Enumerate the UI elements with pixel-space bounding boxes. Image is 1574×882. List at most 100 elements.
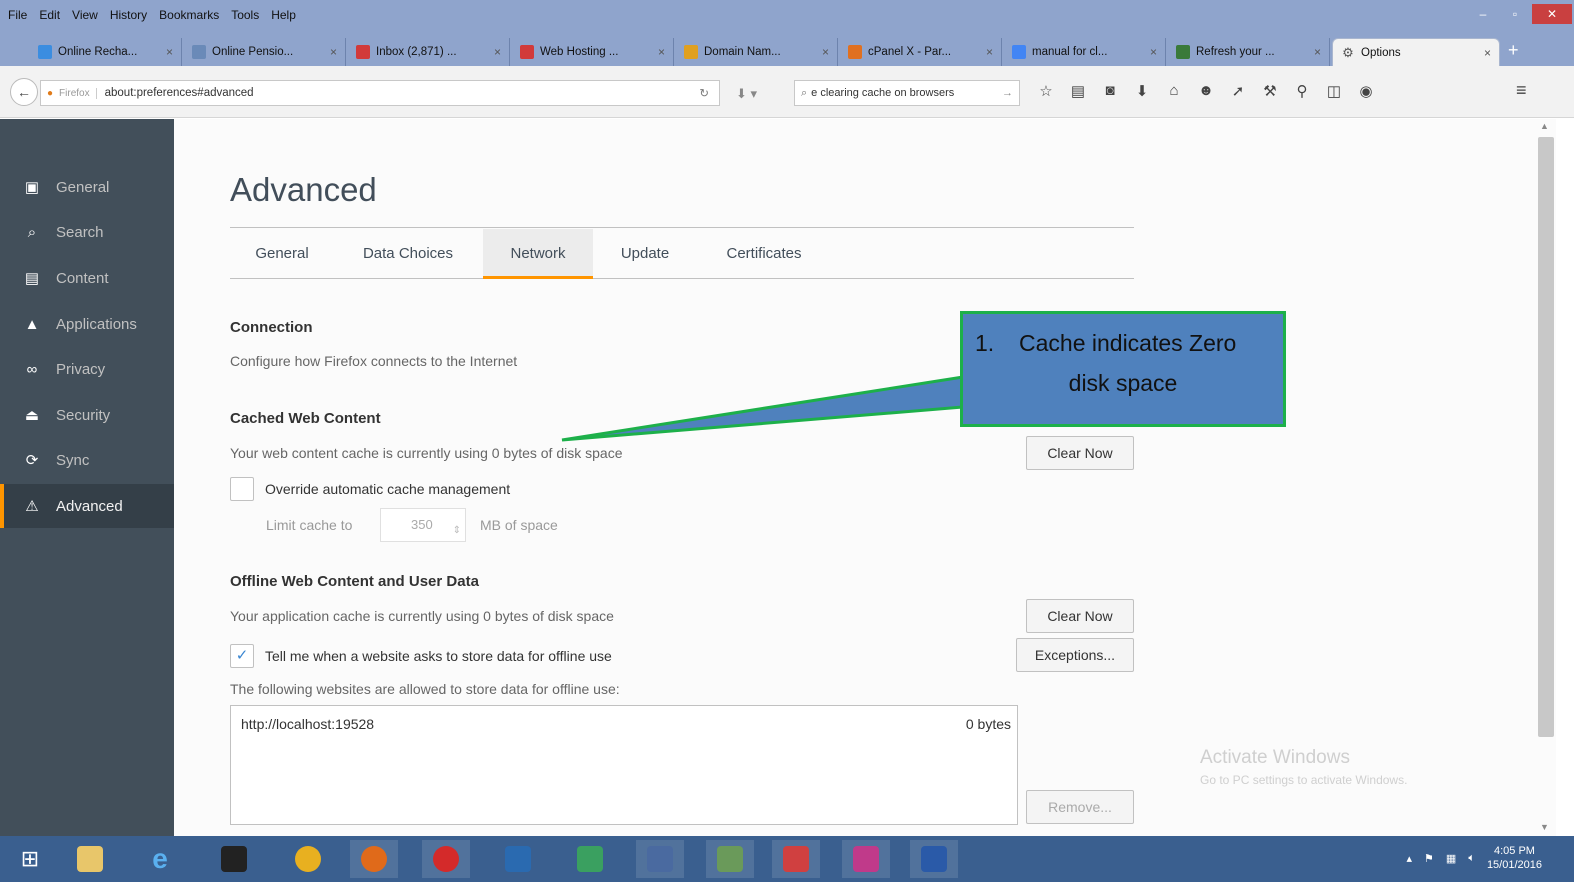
sidebar-item-content[interactable]: ▤ Content	[0, 256, 174, 300]
volume-icon[interactable]: 🔈︎	[1468, 852, 1475, 865]
taskbar-app[interactable]	[210, 840, 258, 878]
browser-tab[interactable]: Online Recha... ×	[30, 38, 182, 66]
taskbar-app[interactable]	[422, 840, 470, 878]
new-tab-button[interactable]: +	[1508, 40, 1519, 61]
menu-tools[interactable]: Tools	[231, 8, 259, 22]
tab-close-icon[interactable]: ×	[986, 45, 993, 59]
downloads-icon[interactable]: ⬇	[1126, 82, 1158, 100]
tab-close-icon[interactable]: ×	[330, 45, 337, 59]
menu-file[interactable]: File	[8, 8, 27, 22]
tell-me-label[interactable]: Tell me when a website asks to store dat…	[265, 648, 612, 664]
browser-tab[interactable]: Domain Nam... ×	[676, 38, 838, 66]
vertical-scrollbar[interactable]: ▲ ▼	[1536, 119, 1556, 836]
cache-size-stepper[interactable]: 350 ⇕	[380, 508, 466, 542]
sidebar-item-search[interactable]: ⌕ Search	[0, 210, 174, 254]
tab-close-icon[interactable]: ×	[822, 45, 829, 59]
taskbar-app[interactable]	[772, 840, 820, 878]
pin-icon[interactable]: ⚲	[1286, 82, 1318, 100]
browser-tab-active[interactable]: ⚙ Options ×	[1332, 38, 1500, 66]
offline-sites-list[interactable]: http://localhost:19528 0 bytes	[230, 705, 1018, 825]
menu-view[interactable]: View	[72, 8, 98, 22]
chat-icon[interactable]: ☻	[1190, 82, 1222, 100]
sidebar-item-advanced[interactable]: ⚠ Advanced	[0, 484, 174, 528]
start-button[interactable]: ⊞	[6, 840, 54, 878]
maximize-button[interactable]: ▫	[1500, 4, 1530, 24]
sidebar-item-general[interactable]: ▣ General	[0, 165, 174, 209]
tab-title: manual for cl...	[1032, 46, 1108, 58]
tab-close-icon[interactable]: ×	[494, 45, 501, 59]
addon-icon[interactable]: ◫	[1318, 82, 1350, 100]
tell-me-checkbox[interactable]: ✓	[230, 644, 254, 668]
back-button[interactable]: ←	[10, 78, 38, 106]
tab-update[interactable]: Update	[600, 229, 690, 279]
tray-expand-icon[interactable]: ▴	[1407, 852, 1413, 865]
tab-close-icon[interactable]: ×	[1314, 45, 1321, 59]
taskbar-app[interactable]	[350, 840, 398, 878]
tab-close-icon[interactable]: ×	[1150, 45, 1157, 59]
browser-tab[interactable]: Online Pensio... ×	[184, 38, 346, 66]
network-icon[interactable]: ▦	[1446, 852, 1456, 865]
taskbar-app[interactable]	[706, 840, 754, 878]
taskbar-app[interactable]	[566, 840, 614, 878]
browser-tab[interactable]: manual for cl... ×	[1004, 38, 1166, 66]
tab-network[interactable]: Network	[483, 229, 593, 279]
menu-history[interactable]: History	[110, 8, 147, 22]
exceptions-button[interactable]: Exceptions...	[1016, 638, 1134, 672]
menu-help[interactable]: Help	[271, 8, 296, 22]
scroll-up-icon[interactable]: ▲	[1540, 121, 1549, 131]
tab-general[interactable]: General	[230, 229, 334, 279]
security-icon: ⏏	[24, 407, 40, 424]
close-button[interactable]: ✕	[1532, 4, 1572, 24]
menu-edit[interactable]: Edit	[39, 8, 60, 22]
taskbar-app[interactable]: e	[136, 840, 184, 878]
taskbar-app[interactable]	[494, 840, 542, 878]
tab-certificates[interactable]: Certificates	[700, 229, 828, 279]
cursor-icon[interactable]: ➚	[1222, 82, 1254, 100]
tab-close-icon[interactable]: ×	[166, 45, 173, 59]
taskbar-app[interactable]	[910, 840, 958, 878]
search-go-icon[interactable]: →	[1002, 87, 1013, 99]
scrollbar-thumb[interactable]	[1538, 137, 1554, 737]
sidebar-item-security[interactable]: ⏏ Security	[0, 393, 174, 437]
taskbar-app[interactable]	[284, 840, 332, 878]
tab-close-icon[interactable]: ×	[658, 45, 665, 59]
override-cache-label[interactable]: Override automatic cache management	[265, 481, 510, 497]
home-icon[interactable]: ⌂	[1158, 82, 1190, 100]
taskbar-clock[interactable]: 4:05 PM 15/01/2016	[1487, 844, 1542, 872]
action-center-icon[interactable]: ⚑	[1424, 852, 1434, 865]
browser-tab[interactable]: Inbox (2,871) ... ×	[348, 38, 510, 66]
tab-data-choices[interactable]: Data Choices	[338, 229, 478, 279]
browser-tab[interactable]: cPanel X - Par... ×	[840, 38, 1002, 66]
hamburger-menu-icon[interactable]: ≡	[1516, 80, 1527, 101]
search-bar[interactable]: ⌕ e clearing cache on browsers →	[794, 80, 1020, 106]
url-bar[interactable]: ● Firefox about:preferences#advanced ↻	[40, 80, 720, 106]
system-tray: ▴ ⚑ ▦ 🔈︎ 4:05 PM 15/01/2016	[1407, 844, 1542, 872]
remove-button[interactable]: Remove...	[1026, 790, 1134, 824]
sidebar-item-privacy[interactable]: ∞ Privacy	[0, 347, 174, 391]
tab-title: Web Hosting ...	[540, 46, 619, 58]
spin-arrows-icon[interactable]: ⇕	[453, 515, 461, 547]
sidebar-item-sync[interactable]: ⟳ Sync	[0, 438, 174, 482]
download-split-button[interactable]: ⬇ ▾	[736, 86, 757, 102]
browser-tab[interactable]: Refresh your ... ×	[1168, 38, 1330, 66]
browser-tab[interactable]: Web Hosting ... ×	[512, 38, 674, 66]
bookmark-star-icon[interactable]: ☆	[1030, 82, 1062, 100]
override-cache-checkbox[interactable]	[230, 477, 254, 501]
avatar-icon[interactable]: ◉	[1350, 82, 1382, 100]
reading-list-icon[interactable]: ▤	[1062, 82, 1094, 100]
scroll-down-icon[interactable]: ▼	[1540, 822, 1549, 832]
tools-icon[interactable]: ⚒	[1254, 82, 1286, 100]
reload-icon[interactable]: ↻	[699, 86, 709, 100]
clear-app-cache-button[interactable]: Clear Now	[1026, 599, 1134, 633]
menu-bookmarks[interactable]: Bookmarks	[159, 8, 219, 22]
pocket-icon[interactable]: ◙	[1094, 82, 1126, 100]
taskbar-app[interactable]	[842, 840, 890, 878]
sidebar-item-applications[interactable]: ▲ Applications	[0, 302, 174, 346]
taskbar-app[interactable]	[636, 840, 684, 878]
minimize-button[interactable]: –	[1468, 4, 1498, 24]
taskbar-app[interactable]	[66, 840, 114, 878]
list-item[interactable]: http://localhost:19528 0 bytes	[241, 716, 1011, 732]
clear-cache-button[interactable]: Clear Now	[1026, 436, 1134, 470]
tab-close-icon[interactable]: ×	[1484, 46, 1491, 60]
opera-icon	[433, 846, 459, 872]
